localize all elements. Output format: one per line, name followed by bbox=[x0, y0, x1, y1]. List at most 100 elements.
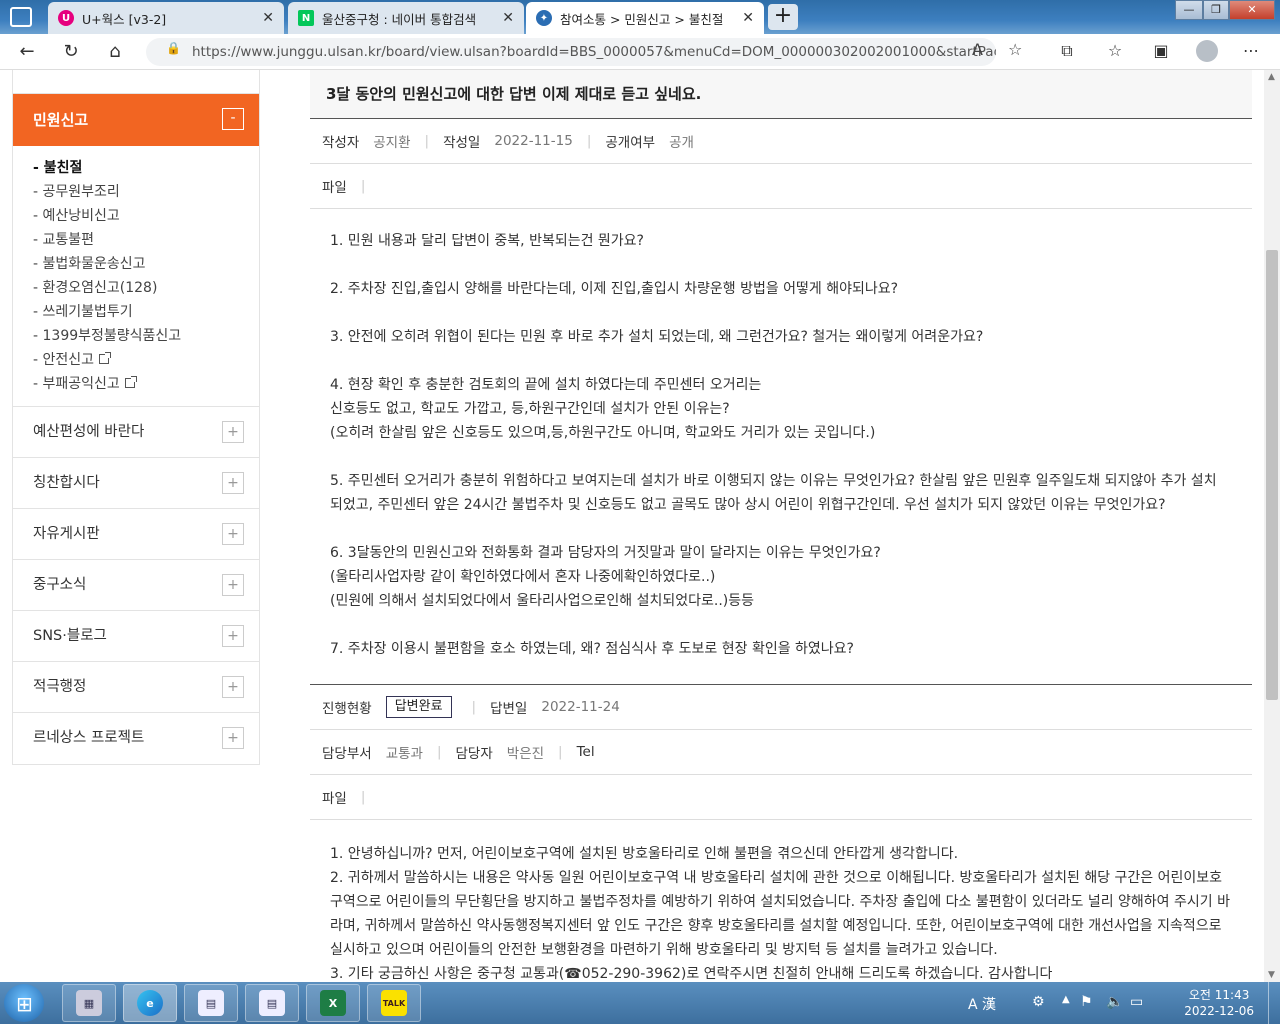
naver-icon: N bbox=[298, 10, 314, 26]
submenu-item[interactable]: - 공무원부조리 bbox=[33, 180, 259, 204]
post-body-line: 5. 주민센터 오거리가 충분히 위험하다고 보여지는데 설치가 바로 이행되지… bbox=[330, 473, 1222, 513]
scroll-up-icon[interactable]: ▲ bbox=[1268, 72, 1275, 82]
side-menu-item[interactable]: 적극행정 + bbox=[13, 662, 259, 713]
excel-icon: X bbox=[320, 990, 346, 1016]
lock-icon[interactable]: 🔒 bbox=[166, 41, 181, 55]
maximize-button[interactable]: ❐ bbox=[1203, 0, 1229, 20]
volume-mute-icon[interactable]: 🔈 bbox=[1106, 994, 1123, 1010]
side-menu-item[interactable]: 르네상스 프로젝트 + bbox=[13, 713, 259, 764]
taskbar-excel[interactable]: X bbox=[306, 984, 360, 1022]
minimize-button[interactable]: — bbox=[1175, 0, 1203, 20]
side-menu-partial-item bbox=[13, 70, 259, 94]
collections-icon[interactable]: ▣ bbox=[1150, 40, 1172, 62]
profile-avatar[interactable] bbox=[1196, 40, 1218, 62]
refresh-icon[interactable]: ↻ bbox=[58, 39, 84, 65]
tab-label: U+웍스 [v3-2] bbox=[82, 11, 167, 27]
page-viewport: 민원신고 - - 불친절 - 공무원부조리 - 예산낭비신고 - 교통불편 - 불법화물… bbox=[0, 70, 1264, 982]
author-value: 공지환 bbox=[373, 135, 411, 151]
tray-expand-icon[interactable]: ▲ bbox=[1062, 994, 1070, 1005]
expand-icon[interactable]: + bbox=[222, 625, 244, 647]
submenu-item[interactable]: - 불법화물운송신고 bbox=[33, 252, 259, 276]
side-menu: 민원신고 - - 불친절 - 공무원부조리 - 예산낭비신고 - 교통불편 - 불법화물… bbox=[12, 70, 260, 765]
start-button[interactable]: ⊞ bbox=[4, 984, 44, 1022]
side-menu-active-label: 민원신고 bbox=[33, 111, 89, 129]
date-value: 2022-11-15 bbox=[494, 133, 573, 149]
expand-icon[interactable]: + bbox=[222, 523, 244, 545]
vertical-scrollbar[interactable]: ▲ ▼ bbox=[1264, 70, 1280, 982]
side-menu-item[interactable]: 칭찬합시다 + bbox=[13, 458, 259, 509]
taskbar-window-1[interactable]: ▤ bbox=[184, 984, 238, 1022]
tab-label: 울산중구청 : 네이버 통합검색 bbox=[322, 11, 477, 27]
taskbar-calculator[interactable]: ▦ bbox=[62, 984, 116, 1022]
external-link-icon bbox=[124, 376, 137, 388]
tab-junggu[interactable]: ✦ 참여소통 > 민원신고 > 불친절 ✕ bbox=[526, 2, 764, 34]
side-menu-item[interactable]: 예산편성에 바란다 + bbox=[13, 407, 259, 458]
extensions-icon[interactable]: ⧉ bbox=[1056, 40, 1078, 62]
post-body-line: (오히려 한살림 앞은 신호등도 있으며,등,하원구간도 아니며, 학교와도 거… bbox=[330, 425, 876, 441]
close-icon[interactable]: ✕ bbox=[742, 10, 754, 26]
action-center-icon[interactable]: ⚑ bbox=[1080, 994, 1093, 1010]
side-menu-item[interactable]: 중구소식 + bbox=[13, 560, 259, 611]
submenu-item[interactable]: - 1399부정불량식품신고 bbox=[33, 324, 259, 348]
window-close-button[interactable]: ✕ bbox=[1229, 0, 1275, 20]
taskbar-edge[interactable]: e bbox=[123, 984, 177, 1022]
expand-icon[interactable]: + bbox=[222, 574, 244, 596]
windows-icon: ⊞ bbox=[16, 992, 33, 1016]
author-label: 작성자 bbox=[322, 135, 360, 151]
public-value: 공개 bbox=[669, 135, 694, 151]
uplus-icon: U bbox=[58, 10, 74, 26]
clock[interactable]: 오전 11:43 2022-12-06 bbox=[1184, 987, 1254, 1019]
submenu-item[interactable]: - 쓰레기불법투기 bbox=[33, 300, 259, 324]
side-menu-item[interactable]: 자유게시판 + bbox=[13, 509, 259, 560]
status-badge: 답변완료 bbox=[385, 696, 452, 718]
side-menu-active[interactable]: 민원신고 - bbox=[13, 94, 259, 146]
side-menu-item-label: 적극행정 bbox=[33, 679, 87, 695]
tab-uplus[interactable]: U U+웍스 [v3-2] ✕ bbox=[48, 2, 284, 34]
tab-actions-icon[interactable] bbox=[10, 7, 32, 27]
scrollbar-thumb[interactable] bbox=[1266, 250, 1278, 700]
submenu-list: - 불친절 - 공무원부조리 - 예산낭비신고 - 교통불편 - 불법화물운송신고 - 환… bbox=[13, 146, 259, 407]
separator: | bbox=[360, 178, 366, 194]
more-icon[interactable]: ⋯ bbox=[1240, 40, 1262, 62]
taskbar-kakaotalk[interactable]: TALK bbox=[367, 984, 421, 1022]
post-body-line: 4. 현장 확인 후 충분한 검토회의 끝에 설치 하였다는데 주민센터 오거리… bbox=[330, 377, 762, 393]
side-menu-item[interactable]: SNS·블로그 + bbox=[13, 611, 259, 662]
close-icon[interactable]: ✕ bbox=[502, 10, 514, 26]
side-menu-item-label: 예산편성에 바란다 bbox=[33, 424, 145, 440]
expand-icon[interactable]: + bbox=[222, 472, 244, 494]
favorites-icon[interactable]: ☆ bbox=[1104, 40, 1126, 62]
favorite-add-icon[interactable]: ☆ bbox=[1008, 40, 1022, 59]
taskbar-window-2[interactable]: ▤ bbox=[245, 984, 299, 1022]
close-icon[interactable]: ✕ bbox=[262, 10, 274, 26]
external-link-icon bbox=[99, 352, 112, 364]
home-icon[interactable]: ⌂ bbox=[102, 39, 128, 65]
new-tab-button[interactable]: + bbox=[768, 4, 798, 30]
tab-naver[interactable]: N 울산중구청 : 네이버 통합검색 ✕ bbox=[288, 2, 524, 34]
post-body-line: 신호등도 없고, 학교도 가깝고, 등,하원구간인데 설치가 안된 이유는? bbox=[330, 401, 730, 417]
side-menu-items: 예산편성에 바란다 + 칭찬합시다 + 자유게시판 + 중구소식 + SNS·블로그 + 적극행정 +… bbox=[13, 407, 259, 764]
submenu-item[interactable]: - 부패공익신고 bbox=[33, 372, 259, 396]
separator: | bbox=[586, 133, 592, 149]
answer-status-row: 진행현황 답변완료 | 답변일 2022-11-24 bbox=[310, 685, 1252, 730]
ime-icon[interactable]: A 漢 bbox=[968, 994, 996, 1014]
submenu-item[interactable]: - 환경오염신고(128) bbox=[33, 276, 259, 300]
collapse-toggle[interactable]: - bbox=[222, 108, 244, 130]
submenu-item[interactable]: - 교통불편 bbox=[33, 228, 259, 252]
show-desktop-button[interactable] bbox=[1268, 982, 1280, 1024]
scroll-down-icon[interactable]: ▼ bbox=[1268, 970, 1275, 980]
ime-settings-icon[interactable]: ⚙ bbox=[1032, 994, 1045, 1010]
public-label: 공개여부 bbox=[605, 135, 656, 151]
expand-icon[interactable]: + bbox=[222, 676, 244, 698]
back-icon[interactable]: ← bbox=[14, 39, 40, 65]
read-aloud-icon[interactable]: A bbox=[972, 40, 983, 59]
submenu-item[interactable]: - 안전신고 bbox=[33, 348, 259, 372]
submenu-item[interactable]: - 불친절 bbox=[33, 156, 259, 180]
expand-icon[interactable]: + bbox=[222, 421, 244, 443]
side-menu-item-label: 르네상스 프로젝트 bbox=[33, 730, 145, 746]
post-body-line bbox=[330, 349, 1232, 373]
expand-icon[interactable]: + bbox=[222, 727, 244, 749]
url-input[interactable]: https://www.junggu.ulsan.kr/board/view.u… bbox=[146, 38, 996, 66]
network-icon[interactable]: ▭ bbox=[1130, 994, 1143, 1010]
submenu-item[interactable]: - 예산낭비신고 bbox=[33, 204, 259, 228]
post-body-line: 7. 주차장 이용시 불편함을 호소 하였는데, 왜? 점심식사 후 도보로 현… bbox=[330, 641, 854, 657]
